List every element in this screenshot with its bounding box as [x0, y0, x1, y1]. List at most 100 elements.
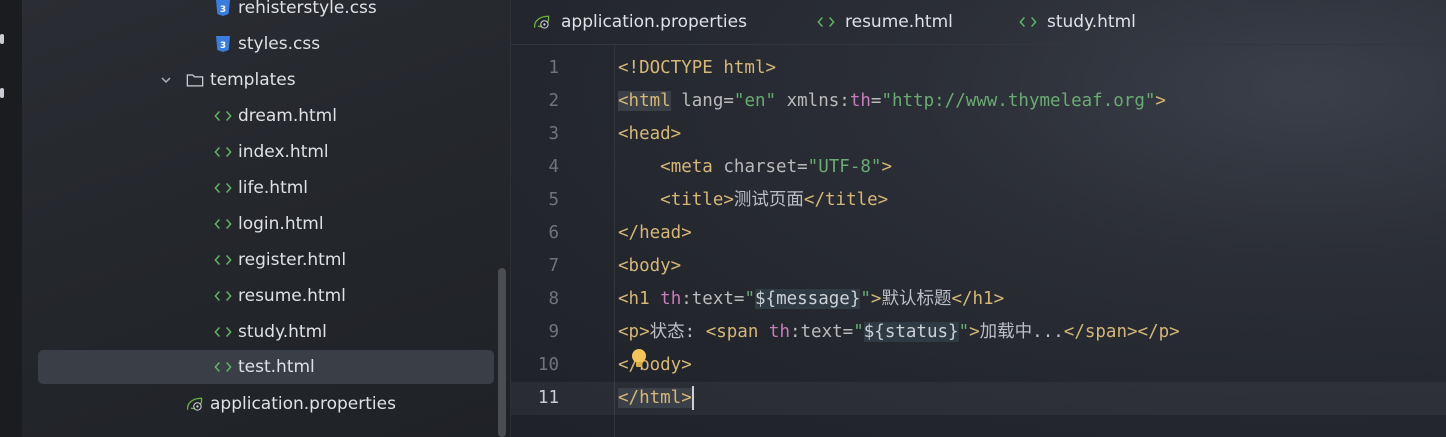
tree-item-label: register.html — [238, 250, 347, 270]
code-token: <body> — [618, 256, 682, 276]
line-number: 11 — [537, 388, 559, 408]
html-file-icon — [214, 323, 232, 341]
code-token: th — [660, 289, 682, 309]
svg-text:3: 3 — [220, 5, 226, 15]
chevron-down-icon[interactable] — [160, 74, 172, 86]
line-number: 6 — [548, 223, 559, 243]
code-token: " — [860, 289, 871, 309]
code-token: 测试页面 — [733, 190, 804, 210]
code-token: "UTF-8" — [807, 157, 882, 177]
code-token: "en" — [733, 91, 777, 111]
activity-bar — [0, 0, 22, 437]
code-line[interactable]: 6 </head> — [511, 217, 1446, 250]
code-token: " — [958, 322, 970, 342]
html-file-icon — [214, 251, 232, 269]
code-token: :text= — [681, 289, 745, 309]
code-token: </head> — [618, 223, 692, 243]
tree-item-application-properties[interactable]: application.properties — [38, 387, 494, 421]
tab-resume-html[interactable]: resume.html — [817, 0, 953, 44]
tree-item-index-html[interactable]: index.html — [38, 135, 494, 169]
html-file-icon — [817, 13, 835, 31]
lightbulb-icon[interactable] — [630, 348, 648, 370]
tree-item-life-html[interactable]: life.html — [38, 171, 494, 205]
code-token: > — [969, 322, 980, 342]
tree-item-label: resume.html — [238, 286, 346, 306]
tree-item-dream-html[interactable]: dream.html — [38, 99, 494, 133]
tree-item-label: test.html — [238, 357, 315, 377]
code-token: </title> — [803, 190, 889, 210]
tree-item-rehisterstyle-css[interactable]: 3 rehisterstyle.css — [38, 0, 494, 25]
code-token: xmlns: — [776, 91, 850, 111]
code-line[interactable]: 10 </body> — [511, 349, 1446, 382]
code-token: 状态: — [649, 322, 706, 342]
tree-item-test-html[interactable]: test.html — [38, 350, 494, 384]
code-token: " — [744, 289, 755, 309]
folder-icon — [186, 71, 204, 89]
code-token: <html — [618, 91, 671, 111]
line-number: 5 — [548, 190, 559, 210]
spring-properties-icon — [533, 13, 551, 31]
code-token: > — [881, 157, 892, 177]
tree-folder-templates[interactable]: templates — [38, 63, 494, 97]
line-number: 10 — [537, 355, 559, 375]
code-token: " — [853, 322, 864, 342]
code-token: <meta — [660, 157, 713, 177]
css-file-icon: 3 — [214, 0, 232, 17]
line-number: 2 — [548, 91, 559, 111]
html-file-icon — [214, 287, 232, 305]
tree-item-resume-html[interactable]: resume.html — [38, 279, 494, 313]
code-line[interactable]: 2 <html lang="en" xmlns:th="http://www.t… — [511, 85, 1446, 118]
tree-item-label: application.properties — [210, 394, 396, 414]
tree-item-label: life.html — [238, 178, 309, 198]
css-file-icon: 3 — [214, 35, 232, 53]
line-number: 1 — [548, 58, 559, 78]
tab-application-properties[interactable]: application.properties — [533, 0, 747, 44]
code-line[interactable]: 9 <p>状态: <span th:text="${status}">加载中..… — [511, 316, 1446, 349]
code-line[interactable]: 5 <title>测试页面</title> — [511, 184, 1446, 217]
tree-item-styles-css[interactable]: 3 styles.css — [38, 27, 494, 61]
tree-item-label: study.html — [238, 322, 327, 342]
line-number: 8 — [548, 289, 559, 309]
code-token: <head> — [618, 124, 682, 144]
tree-item-label: dream.html — [238, 106, 337, 126]
code-token: </span></p> — [1063, 322, 1180, 342]
code-line[interactable]: 1 <!DOCTYPE html> — [511, 52, 1446, 85]
code-line[interactable]: 3 <head> — [511, 118, 1446, 151]
code-token: "http://www.thymeleaf.org" — [881, 91, 1156, 111]
code-token: > — [870, 289, 882, 309]
tree-item-register-html[interactable]: register.html — [38, 243, 494, 277]
code-token: ${message} — [755, 289, 861, 309]
html-file-icon — [1019, 13, 1037, 31]
tree-item-label: login.html — [238, 214, 324, 234]
code-editor[interactable]: application.properties resume.html study… — [511, 0, 1446, 437]
tree-item-label: rehisterstyle.css — [238, 0, 377, 18]
tree-item-login-html[interactable]: login.html — [38, 207, 494, 241]
tool-window-indicator[interactable] — [0, 88, 4, 98]
code-token: <p> — [618, 322, 650, 342]
editor-tabs: application.properties resume.html study… — [511, 0, 1446, 45]
code-line[interactable]: 4 <meta charset="UTF-8"> — [511, 151, 1446, 184]
line-number: 9 — [548, 322, 559, 342]
code-token: th — [849, 91, 871, 111]
code-token: <!DOCTYPE html> — [618, 58, 777, 78]
html-file-icon — [214, 215, 232, 233]
code-token: lang= — [670, 91, 734, 111]
code-token: </html> — [618, 388, 692, 408]
tree-item-study-html[interactable]: study.html — [38, 315, 494, 349]
tab-label: study.html — [1047, 12, 1136, 32]
code-line[interactable]: 8 <h1 th:text="${message}">默认标题</h1> — [511, 283, 1446, 316]
code-token: th — [768, 322, 790, 342]
code-line[interactable]: 7 <body> — [511, 250, 1446, 283]
line-number: 4 — [548, 157, 559, 177]
code-token: 加载中... — [979, 322, 1064, 342]
code-line-current[interactable]: 11 </html> — [511, 382, 1446, 415]
tree-scrollbar[interactable] — [498, 268, 506, 437]
code-token: </h1> — [951, 289, 1005, 309]
line-number: 3 — [548, 124, 559, 144]
tree-item-label: styles.css — [238, 34, 321, 54]
code-token: 默认标题 — [881, 289, 952, 309]
code-token: :text= — [789, 322, 854, 342]
tool-window-indicator[interactable] — [0, 34, 4, 44]
code-token: > — [1155, 91, 1166, 111]
tab-study-html[interactable]: study.html — [1019, 0, 1136, 44]
